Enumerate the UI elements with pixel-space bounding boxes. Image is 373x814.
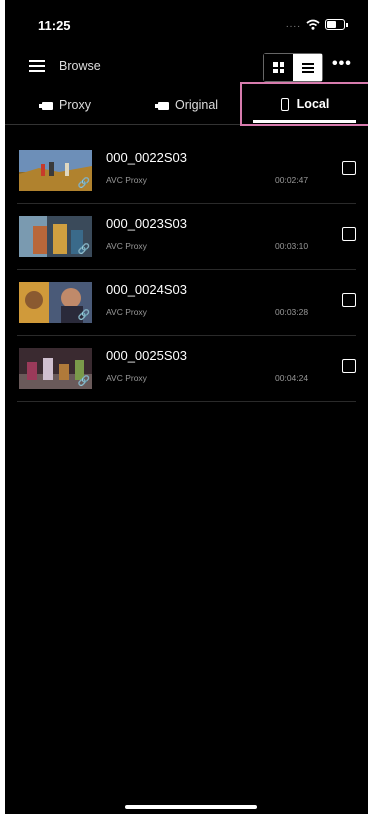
grid-view-button[interactable] [264,54,293,81]
list-view-icon [301,62,314,73]
battery-tip [346,22,348,27]
clip-thumbnail: 🔗 [19,150,92,191]
clip-codec: AVC Proxy [106,373,147,383]
app-screen: 11:25 .... Browse ••• Proxy Original Loc… [5,0,368,814]
page-title: Browse [59,59,101,73]
more-options-button[interactable]: ••• [332,55,352,73]
list-item[interactable]: 🔗 000_0023S03 AVC Proxy 00:03:10 [17,204,356,270]
hamburger-menu-icon[interactable] [29,60,45,72]
phone-icon [280,97,289,111]
list-item[interactable]: 🔗 000_0024S03 AVC Proxy 00:03:28 [17,270,356,336]
grid-view-icon [273,62,284,73]
clip-name: 000_0023S03 [106,216,187,231]
clip-duration: 00:03:10 [275,241,309,251]
list-item[interactable]: 🔗 000_0022S03 AVC Proxy 00:02:47 [17,138,356,204]
home-indicator[interactable] [125,805,257,809]
list-item[interactable]: 🔗 000_0025S03 AVC Proxy 00:04:24 [17,336,356,402]
select-checkbox[interactable] [342,161,356,175]
clip-name: 000_0024S03 [106,282,187,297]
tab-proxy[interactable]: Proxy [39,88,91,122]
clip-thumbnail: 🔗 [19,216,92,257]
clip-codec: AVC Proxy [106,307,147,317]
view-mode-toggle [263,53,323,82]
active-tab-indicator [253,120,356,123]
signal-dots-icon: .... [285,19,301,30]
clip-thumbnail: 🔗 [19,348,92,389]
link-icon: 🔗 [77,178,90,189]
clip-duration: 00:04:24 [275,373,309,383]
select-checkbox[interactable] [342,293,356,307]
top-bar: Browse ••• [5,53,368,82]
wifi-icon [306,19,320,30]
select-checkbox[interactable] [342,359,356,373]
clip-list: 🔗 000_0022S03 AVC Proxy 00:02:47 🔗 000_0… [17,138,356,402]
clip-duration: 00:03:28 [275,307,309,317]
camera-icon [39,101,53,110]
tab-local-label: Local [296,97,330,111]
clip-codec: AVC Proxy [106,241,147,251]
clip-codec: AVC Proxy [106,175,147,185]
tab-proxy-label: Proxy [59,98,91,112]
status-bar: 11:25 .... [38,16,348,36]
clip-name: 000_0025S03 [106,348,187,363]
source-tabs: Proxy Original Local [5,82,368,126]
battery-icon [325,19,345,30]
tab-original[interactable]: Original [155,88,218,122]
camera-icon [155,101,169,110]
clip-duration: 00:02:47 [275,175,309,185]
link-icon: 🔗 [77,376,90,387]
link-icon: 🔗 [77,310,90,321]
select-checkbox[interactable] [342,227,356,241]
status-icons: .... [286,19,348,30]
status-time: 11:25 [38,18,71,33]
clip-name: 000_0022S03 [106,150,187,165]
clip-thumbnail: 🔗 [19,282,92,323]
list-view-button[interactable] [293,54,322,81]
tab-original-label: Original [175,98,219,112]
link-icon: 🔗 [77,244,90,255]
